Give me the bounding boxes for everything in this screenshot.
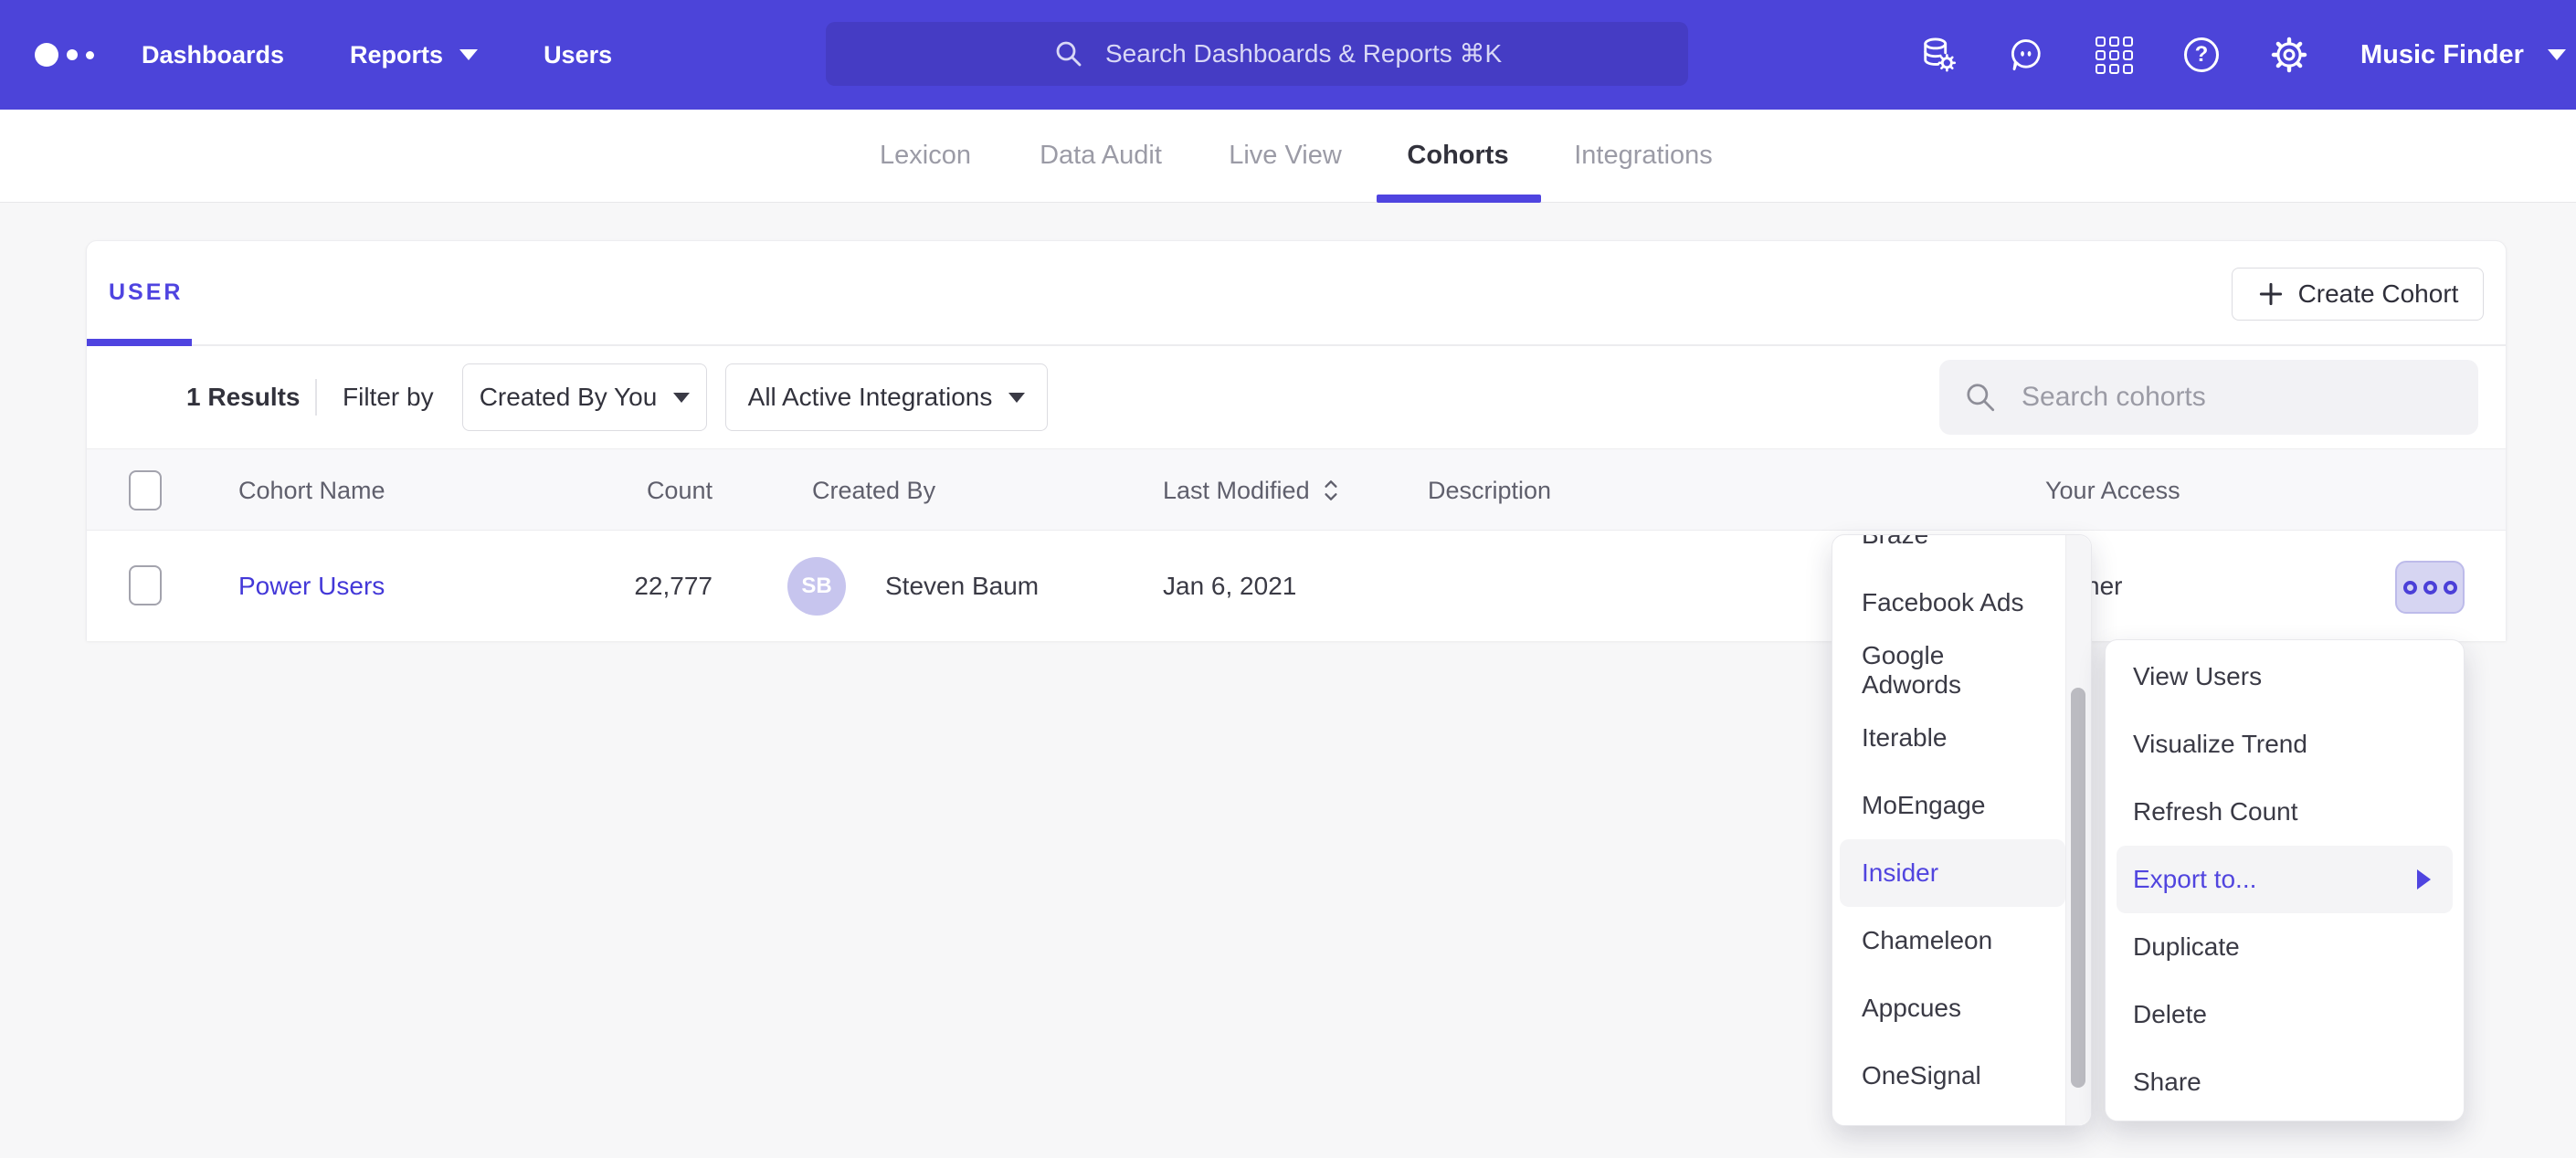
chevron-down-icon (2548, 49, 2566, 60)
app-window: Dashboards Reports Users (0, 0, 2576, 1158)
menu-item-iterable[interactable]: Iterable (1840, 704, 2065, 772)
filter-bar: 1 Results Filter by Created By You All A… (87, 346, 2506, 448)
help-icon[interactable] (2181, 35, 2222, 75)
menu-item-refresh-count[interactable]: Refresh Count (2117, 778, 2453, 846)
table-header: Cohort Name Count Created By Last Modifi… (87, 448, 2506, 531)
column-count: Count (598, 449, 713, 532)
chevron-down-icon (673, 393, 690, 403)
created-by-filter[interactable]: Created By You (462, 363, 707, 431)
avatar: SB (787, 557, 846, 616)
tab-live-view[interactable]: Live View (1229, 110, 1342, 201)
nav-dashboards[interactable]: Dashboards (142, 41, 284, 69)
top-navigation: Dashboards Reports Users (142, 0, 612, 110)
chevron-down-icon (459, 49, 478, 60)
export-to-label: Export to... (2133, 865, 2256, 894)
column-description: Description (1428, 449, 1551, 532)
export-submenu: Braze Facebook Ads Google Adwords Iterab… (1832, 534, 2092, 1126)
topbar-icon-group (1918, 0, 2309, 110)
active-tab-indicator (1377, 195, 1541, 203)
settings-gear-icon[interactable] (2269, 35, 2309, 75)
cohort-count: 22,777 (598, 531, 713, 641)
sort-icon (1321, 478, 1341, 503)
cohort-name-link[interactable]: Power Users (238, 531, 385, 641)
menu-item-braze[interactable]: Braze (1840, 534, 2065, 569)
cohort-search-input[interactable] (1939, 360, 2478, 435)
select-all-checkbox[interactable] (129, 470, 162, 511)
cohorts-panel: USER Create Cohort 1 Results Filter by C… (86, 240, 2507, 641)
global-search-input[interactable] (826, 22, 1688, 86)
scrollbar-thumb[interactable] (2071, 688, 2085, 1088)
tab-cohorts[interactable]: Cohorts (1407, 110, 1508, 201)
global-search[interactable] (826, 22, 1688, 86)
integrations-filter-value: All Active Integrations (748, 383, 993, 412)
menu-item-google-adwords[interactable]: Google Adwords (1840, 637, 2065, 704)
menu-item-visualize-trend[interactable]: Visualize Trend (2117, 711, 2453, 778)
section-tabs: Lexicon Data Audit Live View Cohorts Int… (0, 110, 2576, 203)
submenu-arrow-icon (2417, 869, 2431, 890)
mixpanel-logo-icon[interactable] (35, 0, 94, 110)
nav-reports-label: Reports (350, 41, 443, 69)
column-last-modified-sort[interactable]: Last Modified (1163, 449, 1341, 532)
menu-item-facebook-ads[interactable]: Facebook Ads (1840, 569, 2065, 637)
cohort-type-tabs: USER Create Cohort (87, 241, 2506, 346)
tab-lexicon[interactable]: Lexicon (880, 110, 971, 201)
create-cohort-label: Create Cohort (2298, 279, 2459, 309)
menu-item-onesignal[interactable]: OneSignal (1840, 1042, 2065, 1110)
menu-item-chameleon[interactable]: Chameleon (1840, 907, 2065, 974)
integrations-filter[interactable]: All Active Integrations (725, 363, 1048, 431)
apps-grid-icon[interactable] (2094, 35, 2134, 75)
column-created-by: Created By (812, 449, 935, 532)
row-context-menu: View Users Visualize Trend Refresh Count… (2105, 639, 2465, 1121)
project-switcher[interactable]: Music Finder (2360, 0, 2566, 110)
tab-user-cohorts[interactable]: USER (109, 241, 183, 344)
row-checkbox[interactable] (129, 565, 162, 605)
tab-data-audit[interactable]: Data Audit (1040, 110, 1162, 201)
cohort-row: Power Users 22,777 SB Steven Baum Jan 6,… (87, 531, 2506, 641)
filter-by-label: Filter by (343, 346, 434, 448)
tab-integrations[interactable]: Integrations (1574, 110, 1713, 201)
row-actions-button[interactable] (2395, 561, 2465, 614)
scrollbar-track (2065, 535, 2091, 1125)
results-count: 1 Results (186, 346, 301, 448)
menu-item-appcues[interactable]: Appcues (1840, 974, 2065, 1042)
chevron-down-icon (1008, 393, 1025, 403)
feedback-icon[interactable] (2006, 35, 2046, 75)
menu-item-moengage[interactable]: MoEngage (1840, 772, 2065, 839)
menu-item-delete[interactable]: Delete (2117, 981, 2453, 1048)
created-by-name: Steven Baum (885, 531, 1039, 641)
last-modified-date: Jan 6, 2021 (1163, 531, 1296, 641)
column-your-access: Your Access (2045, 449, 2180, 532)
nav-reports[interactable]: Reports (350, 41, 478, 69)
menu-item-insider[interactable]: Insider (1840, 839, 2065, 907)
created-by-filter-value: Created By You (480, 383, 658, 412)
create-cohort-button[interactable]: Create Cohort (2232, 268, 2484, 321)
menu-item-export-to[interactable]: Export to... (2117, 846, 2453, 913)
menu-item-view-users[interactable]: View Users (2117, 643, 2453, 711)
export-submenu-list: Braze Facebook Ads Google Adwords Iterab… (1832, 534, 2065, 1110)
topbar: Dashboards Reports Users (0, 0, 2576, 110)
nav-users[interactable]: Users (544, 41, 612, 69)
divider (315, 379, 317, 416)
plus-icon (2257, 280, 2285, 308)
cohort-search[interactable] (1939, 360, 2478, 435)
column-last-modified-label: Last Modified (1163, 477, 1310, 505)
project-name: Music Finder (2360, 40, 2524, 70)
column-cohort-name: Cohort Name (238, 449, 385, 532)
menu-item-share[interactable]: Share (2117, 1048, 2453, 1116)
data-management-icon[interactable] (1918, 35, 1958, 75)
active-type-indicator (87, 339, 192, 346)
menu-item-duplicate[interactable]: Duplicate (2117, 913, 2453, 981)
